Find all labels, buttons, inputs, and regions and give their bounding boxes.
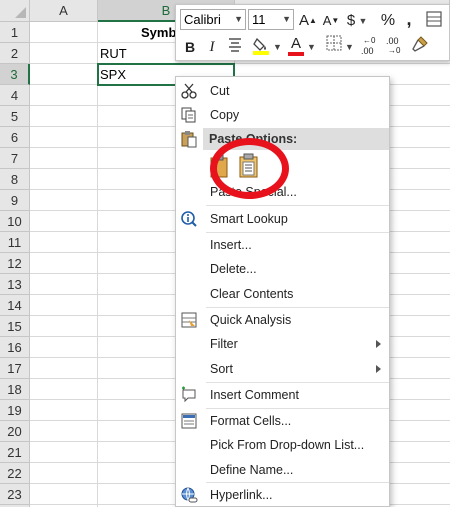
menu-item-pick-from-dropdown[interactable]: Pick From Drop-down List... <box>176 433 389 457</box>
row-header[interactable]: 8 <box>0 169 30 190</box>
format-cells-icon <box>180 412 200 430</box>
chevron-down-icon[interactable]: ▼ <box>234 10 243 29</box>
menu-item-label: Pick From Drop-down List... <box>210 438 365 452</box>
menu-item-define-name[interactable]: Define Name... <box>176 458 389 482</box>
italic-button[interactable]: I <box>204 36 220 58</box>
increase-font-size-button[interactable]: A▲ <box>299 10 317 32</box>
row-header[interactable]: 18 <box>0 379 30 400</box>
hyperlink-icon <box>180 486 200 504</box>
menu-item-sort[interactable]: Sort <box>176 357 389 381</box>
font-name-value: Calibri <box>184 12 221 27</box>
scissors-icon <box>180 82 200 100</box>
row-header[interactable]: 16 <box>0 337 30 358</box>
comment-icon <box>180 386 200 404</box>
menu-item-label: Insert Comment <box>210 388 299 402</box>
submenu-arrow-icon <box>376 365 381 373</box>
context-menu: Cut Copy Paste Options: Paste Special...… <box>175 76 390 507</box>
gridline <box>30 63 450 64</box>
menu-item-label: Sort <box>210 362 233 376</box>
chevron-down-icon[interactable]: ▼ <box>345 36 354 58</box>
font-name-combo[interactable]: Calibri ▼ <box>180 9 246 30</box>
font-size-value: 11 <box>252 12 266 27</box>
fill-color-icon[interactable] <box>250 35 272 57</box>
row-header[interactable]: 15 <box>0 316 30 337</box>
bold-button[interactable]: B <box>182 36 198 58</box>
menu-item-label: Copy <box>210 108 240 122</box>
menu-item-quick-analysis[interactable]: Quick Analysis <box>176 308 389 332</box>
quick-analysis-icon <box>180 311 200 329</box>
row-header[interactable]: 17 <box>0 358 30 379</box>
row-header[interactable]: 20 <box>0 421 30 442</box>
row-header[interactable]: 9 <box>0 190 30 211</box>
chevron-down-icon[interactable]: ▼ <box>307 36 316 58</box>
menu-item-label: Hyperlink... <box>210 488 273 502</box>
menu-item-insert[interactable]: Insert... <box>176 233 389 257</box>
paste-clipboard-icon <box>180 130 200 148</box>
menu-item-label: Cut <box>210 84 230 98</box>
gridline <box>97 22 98 507</box>
red-highlight-circle <box>210 138 289 199</box>
menu-item-label: Define Name... <box>210 463 294 477</box>
format-painter-brush-icon[interactable] <box>410 35 430 57</box>
menu-item-format-cells[interactable]: Format Cells... <box>176 409 389 433</box>
menu-item-filter[interactable]: Filter <box>176 332 389 356</box>
borders-icon[interactable] <box>324 35 344 57</box>
decrease-font-size-button[interactable]: A▼ <box>322 10 340 32</box>
menu-item-clear-contents[interactable]: Clear Contents <box>176 282 389 306</box>
chevron-down-icon[interactable]: ▼ <box>282 10 291 29</box>
paste-options-header-row: Paste Options: <box>176 127 389 151</box>
row-header[interactable]: 7 <box>0 148 30 169</box>
menu-item-smart-lookup[interactable]: Smart Lookup <box>176 207 389 231</box>
row-header[interactable]: 14 <box>0 295 30 316</box>
menu-item-hyperlink[interactable]: Hyperlink... <box>176 483 389 507</box>
menu-item-label: Insert... <box>210 238 252 252</box>
row-header[interactable]: 2 <box>0 43 30 64</box>
font-size-combo[interactable]: 11 ▼ <box>248 9 294 30</box>
row-header[interactable]: 1 <box>0 22 30 43</box>
increase-decimal-button[interactable]: ←0.00 <box>359 36 381 58</box>
mini-toolbar: Calibri ▼ 11 ▼ A▲ A▼ $ ▼ % , B I ▼ A ▼ ▼… <box>175 4 450 61</box>
row-header[interactable]: 5 <box>0 106 30 127</box>
decrease-decimal-button[interactable]: .00 →0 <box>384 36 406 58</box>
percent-button[interactable]: % <box>379 10 397 32</box>
menu-item-delete[interactable]: Delete... <box>176 257 389 281</box>
menu-item-insert-comment[interactable]: Insert Comment <box>176 383 389 407</box>
cell-b1[interactable]: Symb <box>141 22 176 43</box>
menu-item-label: Clear Contents <box>210 287 294 301</box>
menu-item-label: Delete... <box>210 262 257 276</box>
cell-b2[interactable]: RUT <box>100 43 127 64</box>
menu-item-label: Filter <box>210 337 238 351</box>
comma-style-button[interactable]: , <box>404 8 414 30</box>
currency-button[interactable]: $ <box>344 10 358 32</box>
menu-separator <box>206 205 389 206</box>
menu-item-label: Format Cells... <box>210 414 292 428</box>
row-header[interactable]: 23 <box>0 484 30 505</box>
align-center-icon[interactable] <box>226 36 244 58</box>
menu-item-label: Quick Analysis <box>210 313 292 327</box>
font-color-button[interactable]: A <box>287 33 305 56</box>
row-header[interactable]: 6 <box>0 127 30 148</box>
row-header[interactable]: 11 <box>0 232 30 253</box>
smart-lookup-icon <box>180 210 200 228</box>
format-painter-icon[interactable] <box>424 10 444 32</box>
row-header[interactable]: 10 <box>0 211 30 232</box>
menu-item-label: Smart Lookup <box>210 212 288 226</box>
row-header[interactable]: 19 <box>0 400 30 421</box>
row-header[interactable]: 22 <box>0 463 30 484</box>
chevron-down-icon[interactable]: ▼ <box>273 36 282 58</box>
copy-icon <box>180 106 200 124</box>
submenu-arrow-icon <box>376 340 381 348</box>
chevron-down-icon[interactable]: ▼ <box>358 10 368 32</box>
row-header[interactable]: 12 <box>0 253 30 274</box>
menu-item-cut[interactable]: Cut <box>176 79 389 103</box>
menu-item-copy[interactable]: Copy <box>176 103 389 127</box>
row-header[interactable]: 3 <box>0 64 30 85</box>
column-header-a[interactable]: A <box>30 0 98 22</box>
select-all-corner[interactable] <box>0 0 30 22</box>
row-header[interactable]: 21 <box>0 442 30 463</box>
row-header[interactable]: 4 <box>0 85 30 106</box>
row-header[interactable]: 13 <box>0 274 30 295</box>
